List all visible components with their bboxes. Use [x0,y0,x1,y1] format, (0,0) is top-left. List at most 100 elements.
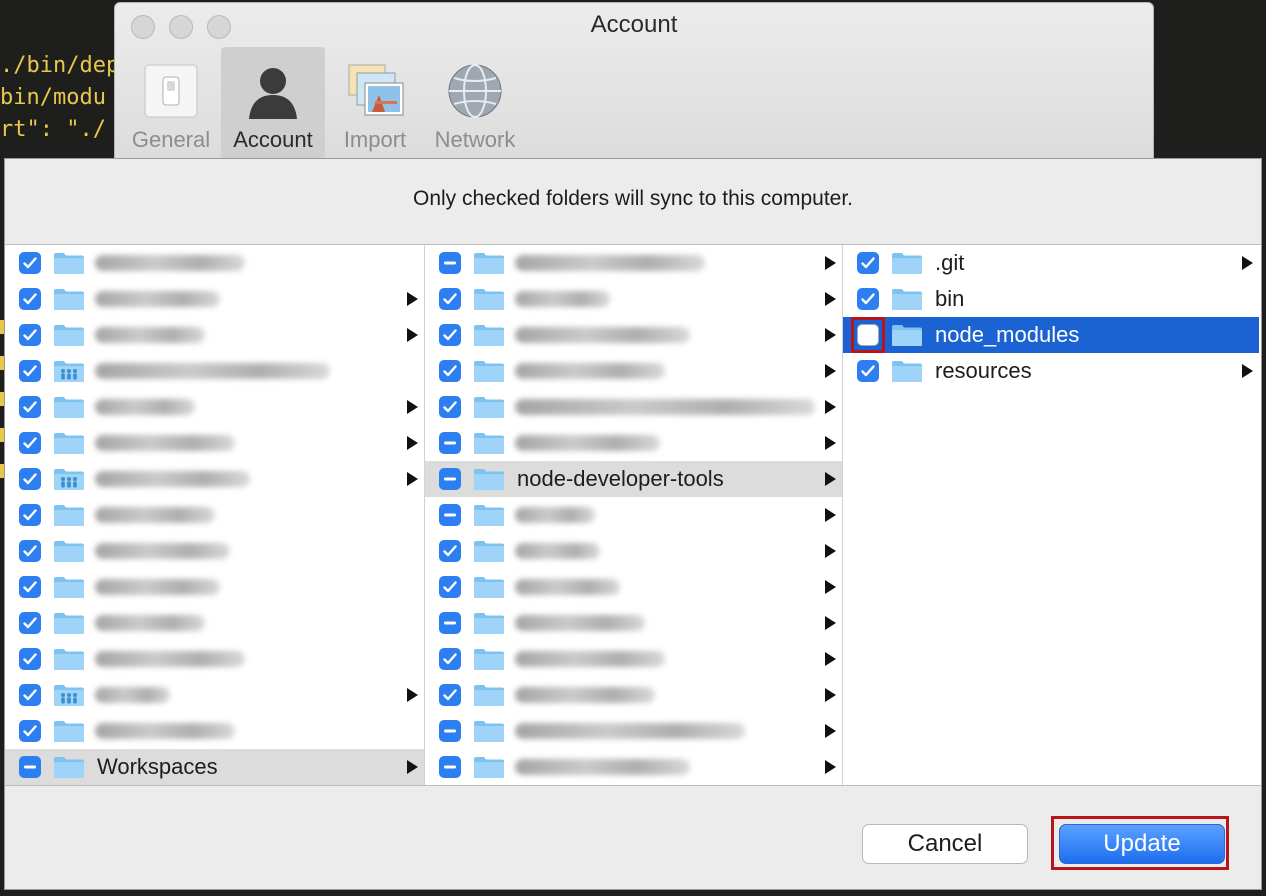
mixed-checkbox[interactable] [439,612,461,634]
folder-row[interactable]: node_modules [843,317,1259,353]
folder-row[interactable] [5,533,424,569]
folder-row[interactable]: .git [843,245,1259,281]
folder-row[interactable] [5,569,424,605]
checked-checkbox[interactable] [19,612,41,634]
disclosure-arrow-icon[interactable] [1242,364,1253,378]
checked-checkbox[interactable] [439,684,461,706]
folder-row[interactable] [5,281,424,317]
disclosure-arrow-icon[interactable] [1242,256,1253,270]
folder-row[interactable] [5,353,424,389]
checked-checkbox[interactable] [19,720,41,742]
folder-row[interactable] [425,389,842,425]
checked-checkbox[interactable] [19,576,41,598]
folder-row[interactable]: bin [843,281,1259,317]
checked-checkbox[interactable] [857,252,879,274]
folder-row[interactable] [5,389,424,425]
checked-checkbox[interactable] [857,360,879,382]
folder-row[interactable] [425,281,842,317]
tab-import[interactable]: Import [325,47,425,161]
tab-general[interactable]: General [121,47,221,161]
disclosure-arrow-icon[interactable] [825,688,836,702]
checked-checkbox[interactable] [19,288,41,310]
disclosure-arrow-icon[interactable] [825,580,836,594]
checked-checkbox[interactable] [19,684,41,706]
folder-row[interactable] [425,713,842,749]
checked-checkbox[interactable] [439,540,461,562]
disclosure-arrow-icon[interactable] [825,256,836,270]
disclosure-arrow-icon[interactable] [825,508,836,522]
disclosure-arrow-icon[interactable] [825,616,836,630]
checked-checkbox[interactable] [19,432,41,454]
folder-row[interactable] [425,749,842,785]
folder-row[interactable] [5,605,424,641]
checked-checkbox[interactable] [439,324,461,346]
folder-row[interactable] [5,677,424,713]
folder-row[interactable]: Workspaces [5,749,424,785]
mixed-checkbox[interactable] [439,432,461,454]
mixed-checkbox[interactable] [19,756,41,778]
folder-row[interactable] [425,569,842,605]
mixed-checkbox[interactable] [439,468,461,490]
disclosure-arrow-icon[interactable] [407,328,418,342]
checked-checkbox[interactable] [19,504,41,526]
folder-row[interactable]: resources [843,353,1259,389]
folder-row[interactable] [425,353,842,389]
folder-row[interactable] [425,677,842,713]
disclosure-arrow-icon[interactable] [825,544,836,558]
mixed-checkbox[interactable] [439,720,461,742]
folder-icon [891,251,923,275]
cancel-button[interactable]: Cancel [862,824,1028,864]
tab-account[interactable]: Account [221,47,325,161]
checked-checkbox[interactable] [19,396,41,418]
tab-network[interactable]: Network [425,47,525,161]
folder-row[interactable] [425,425,842,461]
folder-row[interactable] [425,245,842,281]
mixed-checkbox[interactable] [439,504,461,526]
folder-row[interactable] [425,641,842,677]
disclosure-arrow-icon[interactable] [407,292,418,306]
checked-checkbox[interactable] [439,648,461,670]
disclosure-arrow-icon[interactable] [825,760,836,774]
checked-checkbox[interactable] [19,540,41,562]
disclosure-arrow-icon[interactable] [825,364,836,378]
disclosure-arrow-icon[interactable] [825,400,836,414]
disclosure-arrow-icon[interactable] [407,400,418,414]
checked-checkbox[interactable] [19,324,41,346]
folder-row[interactable] [5,497,424,533]
checked-checkbox[interactable] [439,576,461,598]
folder-row[interactable] [425,317,842,353]
folder-row[interactable] [5,641,424,677]
folder-row[interactable] [5,245,424,281]
mixed-checkbox[interactable] [439,252,461,274]
folder-row[interactable] [5,317,424,353]
disclosure-arrow-icon[interactable] [825,652,836,666]
disclosure-arrow-icon[interactable] [825,292,836,306]
folder-column-1[interactable]: Workspaces [5,245,425,785]
folder-row[interactable] [5,461,424,497]
disclosure-arrow-icon[interactable] [407,688,418,702]
checked-checkbox[interactable] [19,252,41,274]
checked-checkbox[interactable] [439,360,461,382]
disclosure-arrow-icon[interactable] [825,724,836,738]
disclosure-arrow-icon[interactable] [825,328,836,342]
folder-row[interactable] [425,605,842,641]
folder-column-2[interactable]: node-developer-tools [425,245,843,785]
folder-column-3[interactable]: .git bin node_modules resources [843,245,1259,785]
checked-checkbox[interactable] [19,648,41,670]
disclosure-arrow-icon[interactable] [407,760,418,774]
checked-checkbox[interactable] [439,288,461,310]
disclosure-arrow-icon[interactable] [407,436,418,450]
folder-row[interactable] [5,425,424,461]
checked-checkbox[interactable] [439,396,461,418]
checked-checkbox[interactable] [19,360,41,382]
checked-checkbox[interactable] [857,288,879,310]
checked-checkbox[interactable] [19,468,41,490]
folder-row[interactable] [425,533,842,569]
mixed-checkbox[interactable] [439,756,461,778]
folder-row[interactable] [425,497,842,533]
folder-row[interactable] [5,713,424,749]
folder-row[interactable]: node-developer-tools [425,461,842,497]
disclosure-arrow-icon[interactable] [407,472,418,486]
disclosure-arrow-icon[interactable] [825,436,836,450]
disclosure-arrow-icon[interactable] [825,472,836,486]
